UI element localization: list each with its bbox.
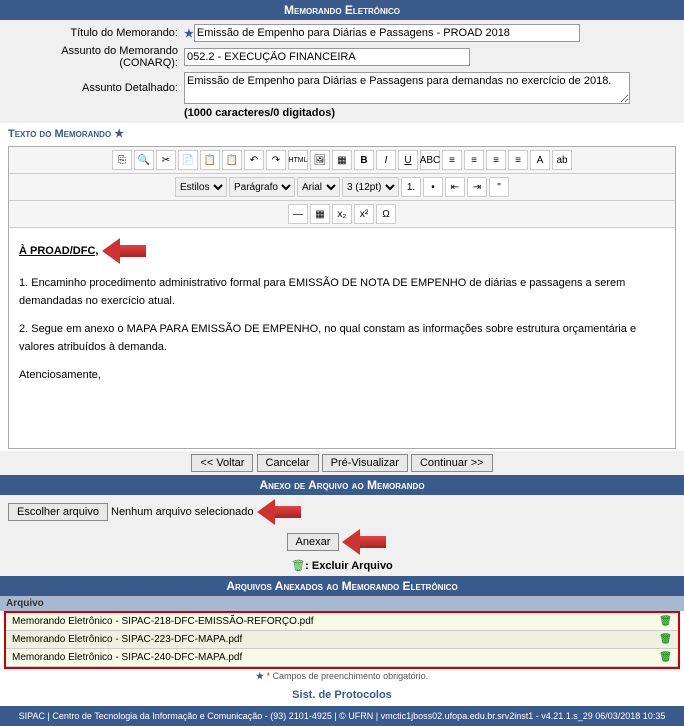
paste-icon[interactable]: 📋 [200,150,220,170]
redo-icon[interactable]: ↷ [266,150,286,170]
footer: SIPAC | Centro de Tecnologia da Informaç… [0,706,684,726]
delete-icon[interactable]: 🗑 [659,634,672,645]
file-row: Memorando Eletrônico - SIPAC-218-DFC-EMI… [6,613,678,631]
preview-icon[interactable]: 🔍 [134,150,154,170]
escolher-button[interactable]: Escolher arquivo [8,503,108,521]
label-detalhado: Assunto Detalhado: [8,82,184,94]
sup-icon[interactable]: x² [354,204,374,224]
pastetext-icon[interactable]: 📋 [222,150,242,170]
layout-icon[interactable]: ▦ [310,204,330,224]
dest-text: À PROAD/DFC, [19,245,98,257]
cancelar-button[interactable]: Cancelar [257,454,319,472]
sist-link[interactable]: Sist. de Protocolos [0,684,684,706]
previsualizar-button[interactable]: Pré-Visualizar [322,454,408,472]
body-p1: 1. Encaminho procedimento administrativo… [19,275,665,310]
html-icon[interactable]: HTML [288,150,308,170]
underline-icon[interactable]: U [398,150,418,170]
anexo-header: Anexo de Arquivo ao Memorando [0,475,684,495]
italic-icon[interactable]: I [376,150,396,170]
align-right-icon[interactable]: ≡ [486,150,506,170]
rich-editor: ⎘ 🔍 ✂ 📄 📋 📋 ↶ ↷ HTML 🖼 ▦ B I U ABC ≡ ≡ ≡… [8,146,676,449]
arquivos-header: Arquivos Anexados ao Memorando Eletrônic… [0,576,684,596]
table-icon[interactable]: ▦ [332,150,352,170]
editor-body[interactable]: À PROAD/DFC, 1. Encaminho procedimento a… [9,228,675,448]
label-assunto: Assunto do Memorando (CONARQ): [8,45,184,69]
ul-icon[interactable]: • [423,177,443,197]
undo-icon[interactable]: ↶ [244,150,264,170]
outdent-icon[interactable]: ⇤ [445,177,465,197]
copy-icon[interactable]: 📄 [178,150,198,170]
font-select[interactable]: Arial [297,177,340,197]
omega-icon[interactable]: Ω [376,204,396,224]
page-header: Memorando Eletrônico [0,0,684,20]
ol-icon[interactable]: 1. [401,177,421,197]
file-list: Memorando Eletrônico - SIPAC-218-DFC-EMI… [4,611,680,669]
pointer-arrow-icon [257,499,312,525]
size-select[interactable]: 3 (12pt) [342,177,399,197]
delete-icon[interactable]: 🗑 [659,652,672,663]
detalhado-textarea[interactable]: Emissão de Empenho para Diárias e Passag… [184,72,630,104]
file-row: Memorando Eletrônico - SIPAC-240-DFC-MAP… [6,649,678,667]
strike-icon[interactable]: ABC [420,150,440,170]
char-counter: (1000 caracteres/0 digitados) [8,107,676,119]
voltar-button[interactable]: << Voltar [191,454,253,472]
align-justify-icon[interactable]: ≡ [508,150,528,170]
pointer-arrow-icon [102,238,157,264]
image-icon[interactable]: 🖼 [310,150,330,170]
toolbar-row3: — ▦ x₂ x² Ω [9,201,675,228]
action-buttons: << Voltar Cancelar Pré-Visualizar Contin… [0,451,684,475]
required-note: ★ * Campos de preenchimento obrigatório. [0,669,684,684]
toolbar-row1: ⎘ 🔍 ✂ 📄 📋 📋 ↶ ↷ HTML 🖼 ▦ B I U ABC ≡ ≡ ≡… [9,147,675,174]
continuar-button[interactable]: Continuar >> [411,454,493,472]
pointer-arrow-icon [342,529,397,555]
texto-section-label: Texto do Memorando ★ [0,123,684,144]
indent-icon[interactable]: ⇥ [467,177,487,197]
cut-icon[interactable]: ✂ [156,150,176,170]
body-p2: 2. Segue em anexo o MAPA PARA EMISSÃO DE… [19,321,665,356]
file-row: Memorando Eletrônico - SIPAC-223-DFC-MAP… [6,631,678,649]
align-center-icon[interactable]: ≡ [464,150,484,170]
required-star: ★ [184,27,194,40]
body-p3: Atenciosamente, [19,367,665,385]
format-select[interactable]: Parágrafo [229,177,295,197]
clean-icon[interactable]: — [288,204,308,224]
anexar-button[interactable]: Anexar [287,533,340,551]
nenhum-text: Nenhum arquivo selecionado [111,506,253,518]
source-icon[interactable]: ⎘ [112,150,132,170]
label-titulo: Título do Memorando: [8,27,184,39]
styles-select[interactable]: Estilos [175,177,227,197]
sub-icon[interactable]: x₂ [332,204,352,224]
bgcolor-icon[interactable]: ab [552,150,572,170]
quote-icon[interactable]: " [489,177,509,197]
excluir-label: : Excluir Arquivo [305,560,393,572]
form-area: Título do Memorando: ★ Assunto do Memora… [0,20,684,123]
delete-icon[interactable]: 🗑 [659,616,672,627]
trash-icon: 🗑 [291,560,305,572]
align-left-icon[interactable]: ≡ [442,150,462,170]
toolbar-row2: Estilos Parágrafo Arial 3 (12pt) 1. • ⇤ … [9,174,675,201]
color-icon[interactable]: A [530,150,550,170]
assunto-input[interactable] [184,48,470,66]
bold-icon[interactable]: B [354,150,374,170]
titulo-input[interactable] [194,24,580,42]
arquivo-col-header: Arquivo [0,596,684,611]
